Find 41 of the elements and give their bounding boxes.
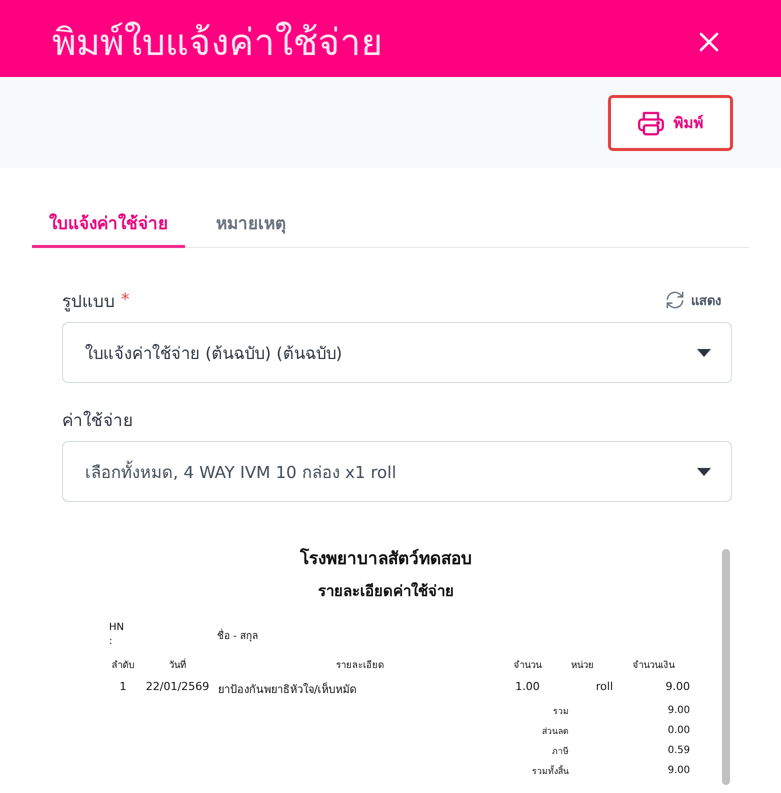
column-header: ลำดับ — [110, 659, 136, 672]
total-label: ภาษี — [551, 746, 569, 758]
dropdown-select[interactable]: ใบแจ้งค่าใช้จ่าย (ต้นฉบับ) (ต้นฉบับ) — [62, 322, 732, 383]
tab[interactable]: หมายเหตุ — [199, 200, 303, 248]
table-cell-text: 1.00 — [514, 680, 541, 695]
table-cell-text: ยาป้องกันพยาธิหัวใจ/เห็บหมัด — [217, 681, 358, 698]
column-header: จำนวนเงิน — [632, 659, 676, 672]
name-label: ชื่อ - สกุล — [217, 628, 258, 642]
column-header: หน่วย — [570, 659, 595, 672]
caret-icon — [697, 468, 711, 476]
total-value: 9.00 — [666, 765, 691, 776]
printer-icon — [638, 110, 664, 136]
total-label: รวม — [552, 706, 569, 718]
table-cell-text: 1 — [118, 680, 128, 695]
total-value: 0.59 — [666, 745, 691, 756]
required-mark: * — [121, 290, 130, 310]
show-button[interactable]: แสดง — [666, 290, 721, 310]
field-label: ค่าใช้จ่าย — [62, 410, 133, 432]
table-cell-text: 9.00 — [664, 680, 691, 695]
scrollbar[interactable] — [722, 549, 730, 785]
close-button[interactable] — [699, 32, 719, 52]
column-header: จำนวน — [512, 659, 543, 672]
close-icon — [699, 32, 719, 52]
total-value: 9.00 — [666, 705, 691, 716]
hn-label: HN : — [109, 621, 124, 649]
total-label: ส่วนลด — [541, 726, 569, 738]
column-header: วันที่ — [168, 657, 187, 672]
column-header: รายละเอียด — [335, 659, 385, 672]
table-cell-text: roll — [594, 680, 614, 695]
dropdown-select[interactable]: เลือกทั้งหมด, 4 WAY IVM 10 กล่อง x1 roll — [62, 441, 732, 502]
document-title: โรงพยาบาลสัตว์ทดสอบ — [298, 547, 473, 571]
print-button[interactable]: พิมพ์ — [608, 94, 733, 150]
dialog-title: พิมพ์ใบแจ้งค่าใช้จ่าย — [52, 20, 383, 66]
table-cell-text: 22/01/2569 — [144, 680, 210, 695]
caret-icon — [697, 348, 711, 356]
document-subtitle: รายละเอียดค่าใช้จ่าย — [317, 581, 455, 602]
total-value: 0.00 — [666, 725, 691, 736]
refresh-icon — [666, 291, 684, 309]
total-label: รวมทั้งสิ้น — [531, 764, 569, 778]
field-label: รูปแบบ — [62, 290, 115, 314]
tab[interactable]: ใบแจ้งค่าใช้จ่าย — [32, 200, 185, 248]
